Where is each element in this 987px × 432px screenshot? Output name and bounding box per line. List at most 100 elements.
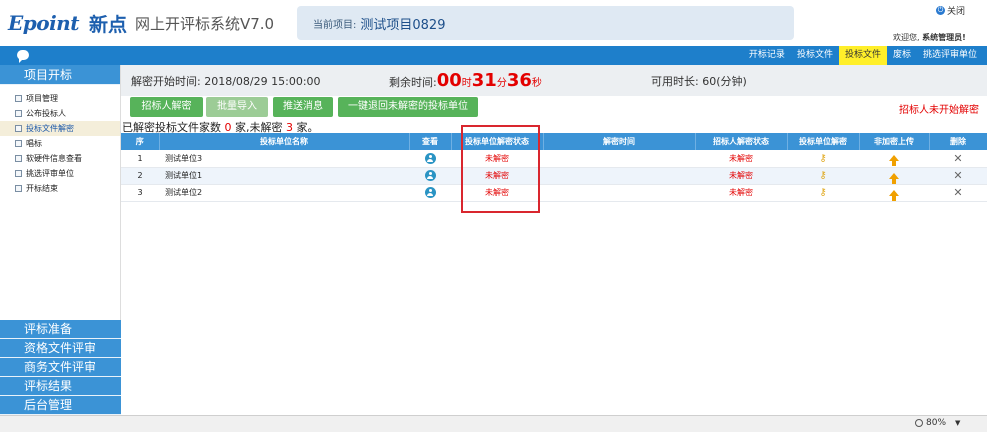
system-name: 网上开评标系统V7.0 — [134, 14, 275, 33]
page-icon — [15, 125, 22, 132]
start-time-label: 解密开始时间: — [131, 74, 201, 88]
bidder-decrypt-status: 未解密 — [451, 184, 543, 202]
start-time-value: 2018/08/29 15:00:00 — [204, 74, 321, 88]
sidebar-item-label: 项目管理 — [26, 94, 58, 103]
col-header-bidder-decrypt: 投标单位解密 — [787, 133, 860, 150]
sidebar-section-evaluation-prep[interactable]: 评标准备 — [0, 320, 121, 339]
remaining-seconds: 36 — [506, 70, 532, 91]
available-duration-label: 可用时长: — [651, 74, 699, 88]
col-header-unencrypted-upload: 非加密上传 — [859, 133, 930, 150]
brand-logo-text: Epoint — [8, 11, 79, 35]
row-index: 3 — [121, 184, 159, 202]
col-header-decrypt-time: 解密时间 — [543, 133, 696, 150]
zoom-magnifier-icon — [915, 419, 923, 427]
view-user-icon[interactable] — [424, 187, 436, 198]
upload-arrow-icon[interactable] — [889, 189, 899, 201]
welcome-text: 欢迎您, 系统管理员! — [893, 32, 966, 43]
project-label: 当前项目: — [313, 19, 357, 31]
upload-cell — [859, 184, 929, 202]
key-icon[interactable]: ⚷ — [819, 153, 826, 164]
sidebar-item-label: 挑选评审单位 — [26, 169, 74, 178]
sidebar-section-qualification-review[interactable]: 资格文件评审 — [0, 339, 121, 358]
table-row: 3 测试单位2 未解密 未解密 ⚷ ✕ — [121, 184, 987, 202]
delete-icon[interactable]: ✕ — [953, 152, 962, 165]
welcome-prefix: 欢迎您, — [893, 33, 920, 42]
bidder-name: 测试单位1 — [159, 167, 409, 185]
bidder-decrypt-status: 未解密 — [451, 150, 543, 168]
sidebar-item-label: 软硬件信息查看 — [26, 154, 82, 163]
sidebar-item-project-management[interactable]: 项目管理 — [0, 91, 120, 106]
bidder-decrypt-cell: ⚷ — [787, 184, 859, 202]
bidder-decrypt-status: 未解密 — [451, 167, 543, 185]
available-duration-value: 60(分钟) — [702, 74, 747, 88]
upload-cell — [859, 150, 929, 168]
remaining-hours-unit: 时 — [461, 78, 472, 89]
upload-arrow-icon[interactable] — [889, 155, 899, 167]
bidder-name: 测试单位2 — [159, 184, 409, 202]
page-icon — [15, 110, 22, 117]
chevron-down-icon: ▼ — [955, 419, 961, 427]
power-icon: ⏻ — [936, 6, 945, 15]
close-button[interactable]: ⏻ 关闭 — [936, 4, 965, 17]
close-label: 关闭 — [947, 7, 966, 17]
tenderer-status-warning: 招标人未开始解密 — [899, 105, 979, 116]
sidebar-section-commercial-review[interactable]: 商务文件评审 — [0, 358, 121, 377]
table-row: 1 测试单位3 未解密 未解密 ⚷ ✕ — [121, 150, 987, 168]
sidebar-sections: 评标准备 资格文件评审 商务文件评审 评标结果 后台管理 — [0, 320, 121, 415]
delete-icon[interactable]: ✕ — [953, 186, 962, 199]
zoom-level: 80% — [926, 418, 947, 428]
sidebar-item-bid-reading[interactable]: 唱标 — [0, 136, 120, 151]
page-icon — [15, 155, 22, 162]
sidebar-item-opening-end[interactable]: 开标结束 — [0, 181, 120, 196]
key-icon[interactable]: ⚷ — [819, 187, 826, 198]
chat-icon[interactable] — [17, 50, 29, 63]
col-header-bidder-decrypt-status: 投标单位解密状态 — [451, 133, 544, 150]
sidebar-item-hardware-info[interactable]: 软硬件信息查看 — [0, 151, 120, 166]
view-user-icon[interactable] — [424, 170, 436, 181]
sidebar-item-bid-decryption[interactable]: 投标文件解密 — [0, 121, 120, 136]
nav-tab-bid-files-active[interactable]: 投标文件 — [838, 46, 887, 65]
page-icon — [15, 140, 22, 147]
return-undecrypted-button[interactable]: 一键退回未解密的投标单位 — [338, 97, 478, 117]
brand-cn-text: 新点 — [88, 13, 127, 36]
sidebar-section-admin[interactable]: 后台管理 — [0, 396, 121, 415]
view-user-icon[interactable] — [424, 152, 436, 164]
user-name: 系统管理员! — [922, 33, 966, 42]
delete-icon[interactable]: ✕ — [953, 169, 962, 182]
decrypt-time — [543, 167, 695, 185]
nav-tab-bid-record[interactable]: 开标记录 — [743, 46, 791, 65]
col-header-tenderer-decrypt-status: 招标人解密状态 — [695, 133, 788, 150]
sidebar-item-publish-bidders[interactable]: 公布投标人 — [0, 106, 120, 121]
key-icon[interactable]: ⚷ — [819, 170, 826, 181]
nav-tab-select-review-units[interactable]: 挑选评审单位 — [917, 46, 983, 65]
push-message-button[interactable]: 推送消息 — [273, 97, 333, 117]
remaining-minutes: 31 — [471, 70, 497, 91]
remaining-hours: 00 — [436, 70, 462, 91]
current-project-box: 当前项目: 测试项目0829 — [297, 6, 794, 40]
app-header: Epoint 新点 网上开评标系统V7.0 当前项目: 测试项目0829 ⏻ 关… — [0, 0, 987, 46]
browser-status-bar: 80% ▼ — [0, 415, 987, 432]
col-header-delete: 删除 — [929, 133, 987, 150]
sidebar-item-label: 开标结束 — [26, 184, 58, 193]
project-name: 测试项目0829 — [360, 17, 446, 33]
zoom-control[interactable]: 80% ▼ — [915, 418, 960, 428]
table-row: 2 测试单位1 未解密 未解密 ⚷ ✕ — [121, 167, 987, 185]
nav-tab-bid-files[interactable]: 投标文件 — [791, 46, 839, 65]
tenderer-decrypt-status: 未解密 — [695, 150, 787, 168]
sidebar-item-select-review-units[interactable]: 挑选评审单位 — [0, 166, 120, 181]
bidder-decrypt-cell: ⚷ — [787, 150, 859, 168]
action-bar: 招标人解密 批量导入 推送消息 一键退回未解密的投标单位 招标人未开始解密 — [121, 96, 987, 119]
col-header-view: 查看 — [409, 133, 452, 150]
batch-import-button[interactable]: 批量导入 — [206, 97, 268, 117]
sidebar-section-evaluation-result[interactable]: 评标结果 — [0, 377, 121, 396]
sidebar-header-bid-opening[interactable]: 项目开标 — [0, 65, 120, 85]
tenderer-decrypt-button[interactable]: 招标人解密 — [130, 97, 203, 117]
nav-tab-void-bid[interactable]: 废标 — [887, 46, 917, 65]
table-header-row: 序 投标单位名称 查看 投标单位解密状态 解密时间 招标人解密状态 投标单位解密… — [121, 133, 987, 150]
tenderer-decrypt-status: 未解密 — [695, 167, 787, 185]
remaining-seconds-unit: 秒 — [531, 78, 542, 89]
upload-arrow-icon[interactable] — [889, 172, 899, 184]
decrypt-start-time: 解密开始时间: 2018/08/29 15:00:00 — [131, 73, 321, 89]
view-cell — [409, 167, 451, 185]
delete-cell: ✕ — [929, 167, 987, 185]
